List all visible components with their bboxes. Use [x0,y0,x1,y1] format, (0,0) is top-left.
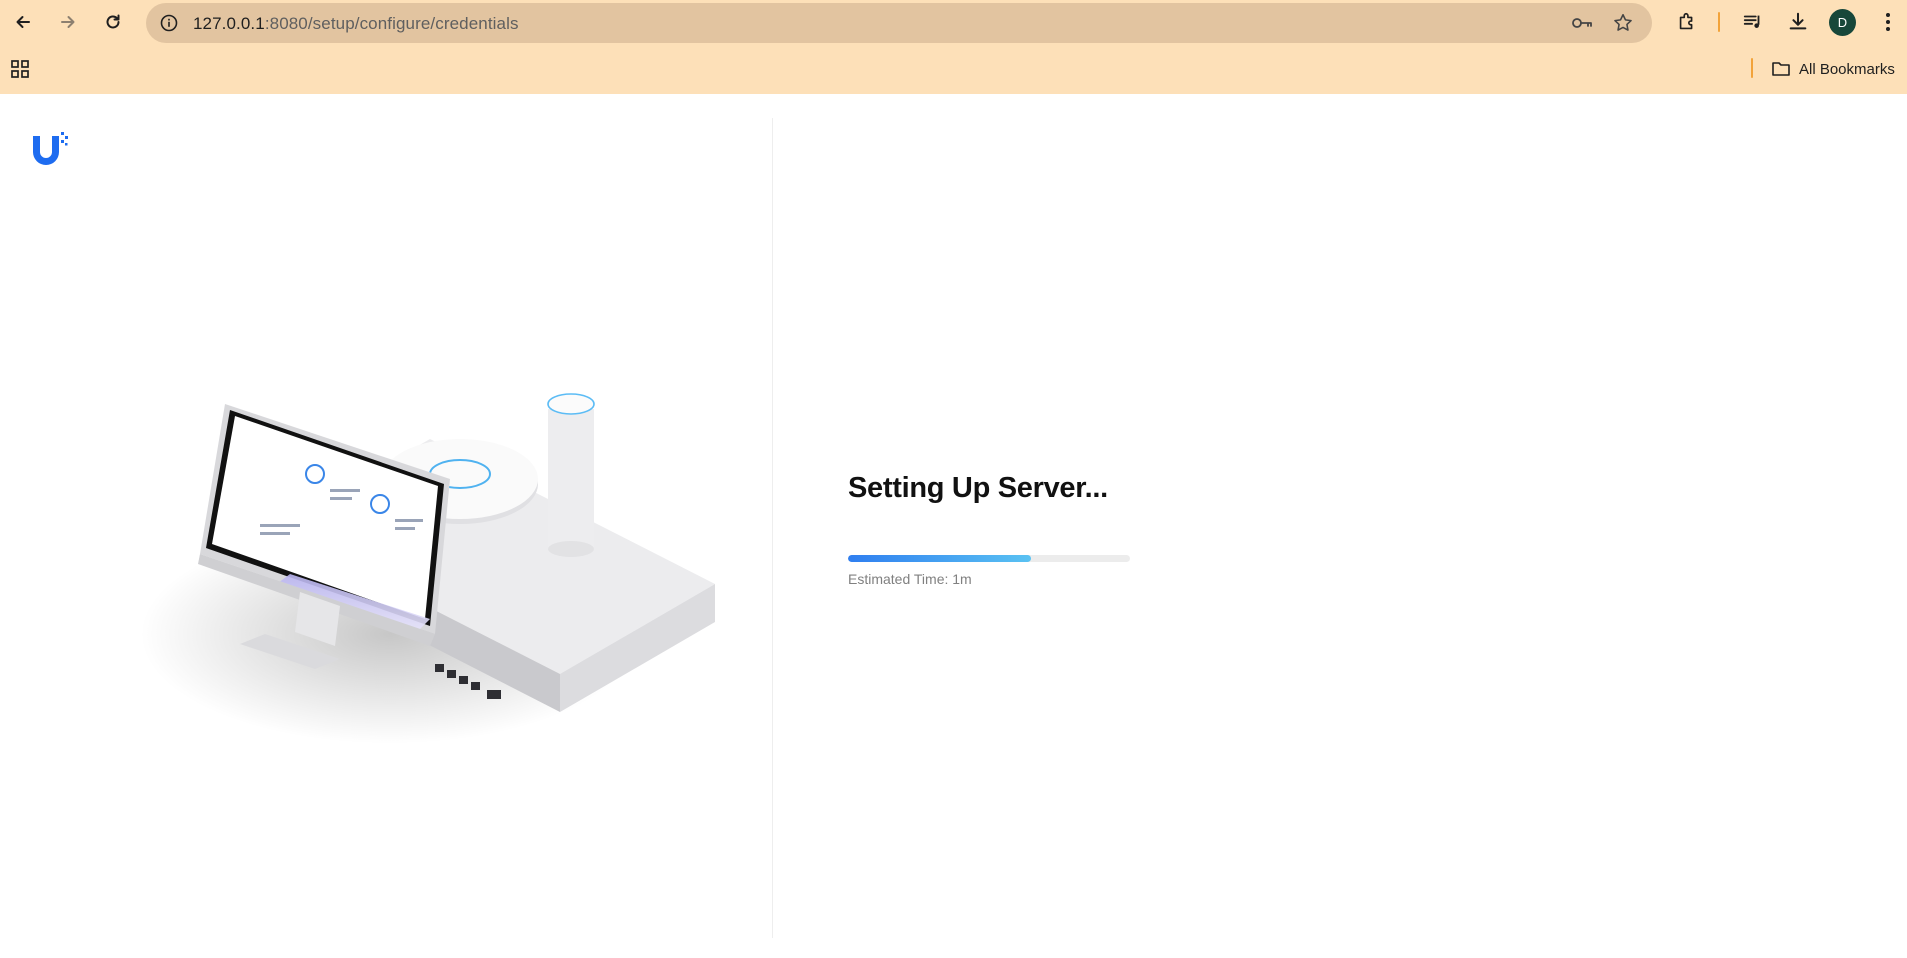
kebab-menu-icon [1886,13,1890,31]
toolbar-divider [1718,12,1720,32]
setup-status-pane: Setting Up Server... Estimated Time: 1m [773,94,1907,942]
bookmarks-divider [1751,58,1753,78]
all-bookmarks-label: All Bookmarks [1799,60,1895,78]
folder-icon [1772,62,1790,76]
media-queue-icon [1743,15,1760,28]
download-icon [1789,12,1807,30]
forward-arrow-icon [61,16,75,28]
media-controls-button[interactable] [1739,8,1767,36]
password-manager-button[interactable] [1570,11,1594,35]
illustration-pane [0,94,772,942]
reload-icon [106,14,120,29]
profile-avatar[interactable]: D [1829,9,1856,36]
extensions-button[interactable] [1673,8,1701,36]
apps-button[interactable] [8,57,32,81]
browser-toolbar: 127.0.0.1:8080/setup/configure/credentia… [0,0,1907,45]
key-icon [1572,18,1592,28]
all-bookmarks-button[interactable]: All Bookmarks [1771,57,1895,81]
setup-progress-fill [848,555,1032,562]
bookmarks-bar: All Bookmarks [0,45,1907,94]
puzzle-icon [1679,12,1693,30]
page-title: Setting Up Server... [848,472,1108,504]
forward-button[interactable] [52,6,84,38]
server-illustration [140,393,715,744]
star-icon [1614,13,1632,31]
ubiquiti-logo [33,132,68,165]
address-bar[interactable]: 127.0.0.1:8080/setup/configure/credentia… [146,3,1652,43]
setup-page: Setting Up Server... Estimated Time: 1m [0,94,1907,958]
apps-grid-icon [11,60,29,78]
bookmark-star-button[interactable] [1611,11,1635,35]
back-button[interactable] [7,6,39,38]
site-info-icon [160,14,178,32]
back-arrow-icon [16,16,30,28]
url-path: :8080/setup/configure/credentials [264,14,519,33]
setup-progress-bar [848,555,1130,562]
url-host: 127.0.0.1 [193,14,265,33]
estimated-time: Estimated Time: 1m [848,571,972,587]
reload-button[interactable] [97,6,129,38]
downloads-button[interactable] [1784,8,1812,36]
url-text[interactable]: 127.0.0.1:8080/setup/configure/credentia… [193,14,519,34]
browser-menu-button[interactable] [1874,8,1902,36]
site-info-button[interactable] [156,10,182,36]
